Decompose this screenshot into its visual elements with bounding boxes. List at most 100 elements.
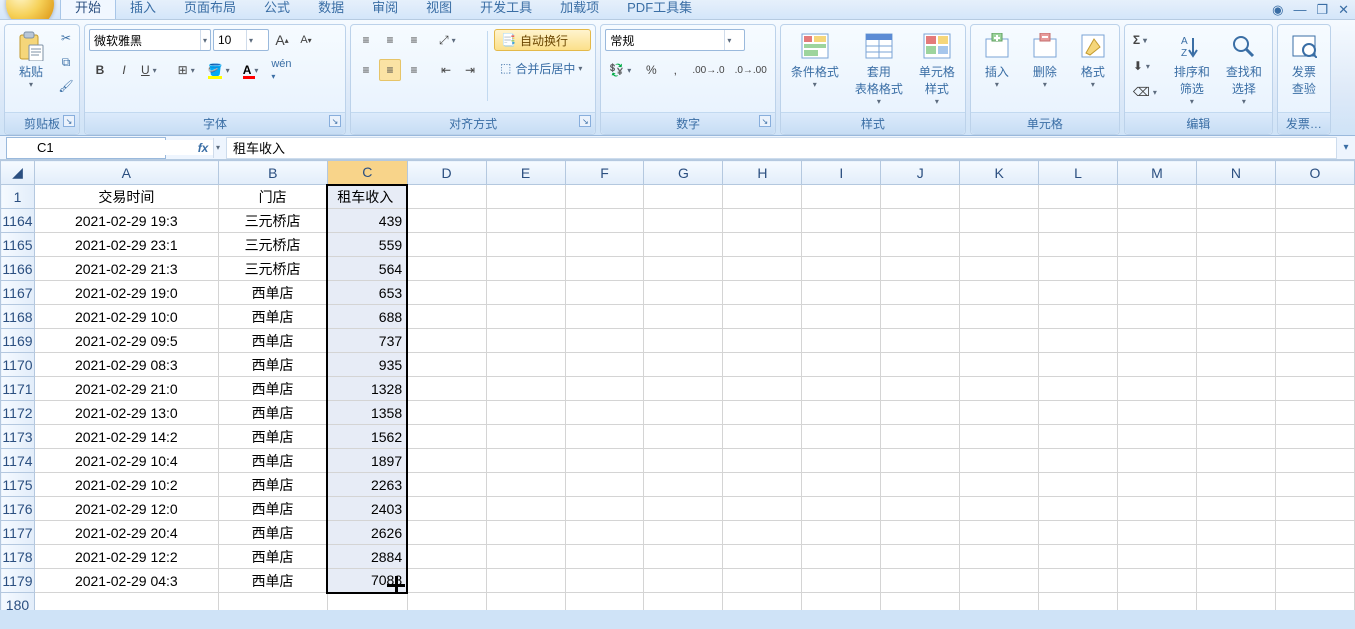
cell[interactable] — [881, 185, 960, 209]
cell[interactable] — [802, 401, 881, 425]
row-header[interactable]: 1164 — [1, 209, 35, 233]
increase-decimal-button[interactable]: .00→.0 — [688, 59, 728, 81]
cell[interactable]: 2021-02-29 21:3 — [34, 257, 218, 281]
cell[interactable] — [723, 449, 802, 473]
cell[interactable] — [1039, 257, 1118, 281]
paste-dropdown[interactable]: ▾ — [26, 80, 36, 89]
cell[interactable]: 西单店 — [218, 497, 327, 521]
cell[interactable]: 1897 — [327, 449, 407, 473]
cell[interactable] — [723, 257, 802, 281]
cell[interactable] — [565, 401, 644, 425]
cell[interactable] — [960, 377, 1039, 401]
cell[interactable] — [1118, 209, 1197, 233]
cell[interactable] — [1039, 281, 1118, 305]
number-format-input[interactable] — [606, 30, 724, 50]
cell[interactable] — [1118, 257, 1197, 281]
cell[interactable] — [407, 209, 486, 233]
find-select-button[interactable]: 查找和 选择▾ — [1220, 29, 1268, 108]
cell[interactable] — [1039, 209, 1118, 233]
cell[interactable]: 439 — [327, 209, 407, 233]
cell[interactable]: 2021-02-29 21:0 — [34, 377, 218, 401]
cell[interactable]: 1562 — [327, 425, 407, 449]
cell[interactable] — [1118, 401, 1197, 425]
cell[interactable] — [802, 569, 881, 593]
merge-center-button[interactable]: ⬚ 合并后居中 ▾ — [494, 57, 591, 79]
increase-indent-button[interactable]: ⇥ — [459, 59, 481, 81]
cell[interactable] — [1039, 401, 1118, 425]
cell[interactable] — [327, 593, 407, 611]
cell[interactable] — [1275, 401, 1354, 425]
cell[interactable] — [960, 281, 1039, 305]
col-header-O[interactable]: O — [1275, 161, 1354, 185]
formula-input[interactable]: 租车收入 — [226, 137, 1337, 159]
cell[interactable] — [960, 329, 1039, 353]
cell[interactable] — [1196, 209, 1275, 233]
font-launcher[interactable]: ↘ — [329, 115, 341, 127]
cell[interactable]: 交易时间 — [34, 185, 218, 209]
cell[interactable] — [960, 353, 1039, 377]
cell[interactable] — [486, 569, 565, 593]
cell[interactable] — [802, 209, 881, 233]
ribbon-help-icon[interactable]: ◉ — [1272, 2, 1283, 18]
cell[interactable] — [1118, 377, 1197, 401]
cell[interactable] — [881, 305, 960, 329]
cell[interactable] — [407, 257, 486, 281]
cell[interactable] — [802, 353, 881, 377]
cell[interactable] — [723, 569, 802, 593]
cell[interactable] — [486, 209, 565, 233]
tab-pdf-tools[interactable]: PDF工具集 — [613, 0, 706, 19]
cell[interactable]: 三元桥店 — [218, 257, 327, 281]
cell[interactable] — [486, 281, 565, 305]
cell[interactable] — [565, 185, 644, 209]
cell[interactable] — [1118, 497, 1197, 521]
cell[interactable]: 三元桥店 — [218, 209, 327, 233]
font-name-input[interactable] — [90, 30, 200, 50]
cell[interactable] — [1275, 281, 1354, 305]
copy-icon[interactable]: ⧉ — [57, 53, 75, 71]
cell[interactable] — [1196, 377, 1275, 401]
cell[interactable] — [881, 521, 960, 545]
cell[interactable] — [723, 209, 802, 233]
cell[interactable] — [1275, 257, 1354, 281]
cell[interactable] — [960, 233, 1039, 257]
cell[interactable] — [960, 401, 1039, 425]
number-launcher[interactable]: ↘ — [759, 115, 771, 127]
cell[interactable] — [1275, 593, 1354, 611]
cell[interactable] — [486, 473, 565, 497]
decrease-decimal-button[interactable]: .0→.00 — [731, 59, 771, 81]
cell[interactable] — [1275, 209, 1354, 233]
cell[interactable] — [1275, 521, 1354, 545]
cell[interactable] — [723, 473, 802, 497]
cell[interactable] — [407, 425, 486, 449]
cell[interactable]: 2021-02-29 19:0 — [34, 281, 218, 305]
cell[interactable]: 三元桥店 — [218, 233, 327, 257]
font-name-combo[interactable]: ▾ — [89, 29, 211, 51]
cell[interactable]: 2884 — [327, 545, 407, 569]
cell[interactable] — [960, 521, 1039, 545]
cell[interactable] — [1196, 449, 1275, 473]
cell[interactable] — [723, 281, 802, 305]
cell[interactable] — [1039, 521, 1118, 545]
cell[interactable]: 935 — [327, 353, 407, 377]
cell[interactable] — [723, 305, 802, 329]
increase-font-button[interactable]: A▴ — [271, 29, 293, 51]
cell[interactable] — [1118, 425, 1197, 449]
cell[interactable] — [644, 281, 723, 305]
cell[interactable] — [1039, 473, 1118, 497]
cell[interactable] — [407, 401, 486, 425]
cell[interactable] — [1275, 329, 1354, 353]
row-header[interactable]: 1175 — [1, 473, 35, 497]
cell[interactable]: 西单店 — [218, 353, 327, 377]
tab-formulas[interactable]: 公式 — [250, 0, 304, 19]
format-cells-button[interactable]: 格式▾ — [1071, 29, 1115, 91]
cell[interactable] — [407, 449, 486, 473]
col-header-A[interactable]: A — [34, 161, 218, 185]
cell[interactable] — [486, 353, 565, 377]
cell[interactable]: 2021-02-29 20:4 — [34, 521, 218, 545]
formula-bar-expand[interactable]: ▾ — [1337, 142, 1355, 153]
cell[interactable] — [1275, 353, 1354, 377]
cell[interactable]: 2021-02-29 09:5 — [34, 329, 218, 353]
cell[interactable] — [1196, 545, 1275, 569]
cell[interactable]: 2263 — [327, 473, 407, 497]
cell[interactable] — [644, 593, 723, 611]
